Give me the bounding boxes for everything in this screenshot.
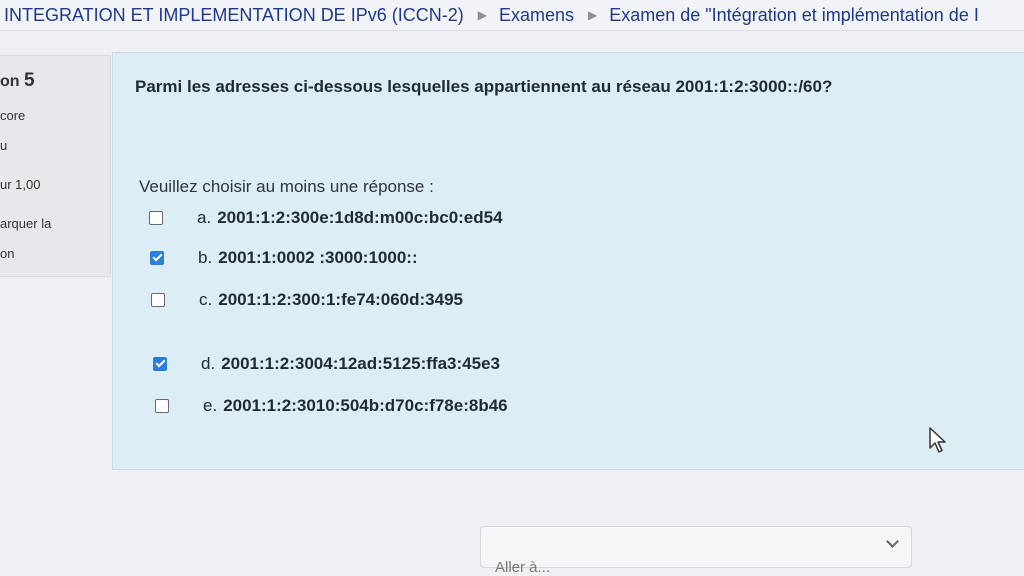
answer-option-d[interactable]: d. 2001:1:2:3004:12ad:5125:ffa3:45e3 xyxy=(153,354,500,374)
jump-to-select[interactable]: Aller à... xyxy=(480,526,912,576)
answer-option-a[interactable]: a. 2001:1:2:300e:1d8d:m00c:bc0:ed54 xyxy=(149,208,503,228)
breadcrumb-exam-link[interactable]: Examen de "Intégration et implémentation… xyxy=(605,5,983,26)
flag-question-link[interactable]: arquer la xyxy=(0,216,51,231)
question-points: ur 1,00 xyxy=(0,177,41,192)
answer-letter: a. xyxy=(197,208,212,227)
chevron-down-icon xyxy=(886,535,899,548)
answer-option-b[interactable]: b. 2001:1:0002 :3000:1000:: xyxy=(150,248,418,268)
answer-letter: d. xyxy=(201,354,216,373)
answer-checkbox-b[interactable] xyxy=(150,251,164,265)
answer-address: 2001:1:2:300:1:fe74:060d:3495 xyxy=(218,290,463,309)
answer-letter: b. xyxy=(198,248,213,267)
question-status-line2: u xyxy=(0,138,8,153)
breadcrumb-exams-link[interactable]: Examens xyxy=(495,5,578,26)
question-info-panel: on 5 core u ur 1,00 arquer la on xyxy=(0,55,111,277)
mouse-pointer-icon xyxy=(929,427,946,453)
breadcrumb-separator-icon: ▶ xyxy=(587,8,598,22)
answer-letter: e. xyxy=(203,396,218,415)
answer-address: 2001:1:2:3004:12ad:5125:ffa3:45e3 xyxy=(221,354,500,373)
answer-address: 2001:1:0002 :3000:1000:: xyxy=(218,248,418,267)
answer-checkbox-d[interactable] xyxy=(153,357,167,371)
breadcrumb-course-link[interactable]: INTEGRATION ET IMPLEMENTATION DE IPv6 (I… xyxy=(0,5,468,26)
question-number: on 5 xyxy=(0,70,35,92)
breadcrumb: INTEGRATION ET IMPLEMENTATION DE IPv6 (I… xyxy=(0,0,1024,31)
question-content: Parmi les adresses ci-dessous lesquelles… xyxy=(112,52,1024,470)
answer-checkbox-c[interactable] xyxy=(151,293,165,307)
answer-checkbox-a[interactable] xyxy=(149,211,163,225)
question-number-value: 5 xyxy=(24,70,35,91)
answer-option-c[interactable]: c. 2001:1:2:300:1:fe74:060d:3495 xyxy=(151,290,463,310)
answer-address: 2001:1:2:3010:504b:d70c:f78e:8b46 xyxy=(223,396,508,415)
question-number-prefix: on xyxy=(0,73,20,90)
answer-letter: c. xyxy=(199,290,213,309)
question-status-line1: core xyxy=(0,108,26,123)
answer-checkbox-e[interactable] xyxy=(155,399,169,413)
breadcrumb-separator-icon: ▶ xyxy=(477,8,487,22)
jump-to-label: Aller à... xyxy=(495,559,551,576)
answer-prompt: Veuillez choisir au moins une réponse : xyxy=(139,177,434,196)
answer-option-e[interactable]: e. 2001:1:2:3010:504b:d70c:f78e:8b46 xyxy=(155,396,508,416)
answer-address: 2001:1:2:300e:1d8d:m00c:bc0:ed54 xyxy=(217,208,503,227)
question-text: Parmi les adresses ci-dessous lesquelles… xyxy=(135,77,833,96)
flag-question-link-line2[interactable]: on xyxy=(0,246,14,261)
